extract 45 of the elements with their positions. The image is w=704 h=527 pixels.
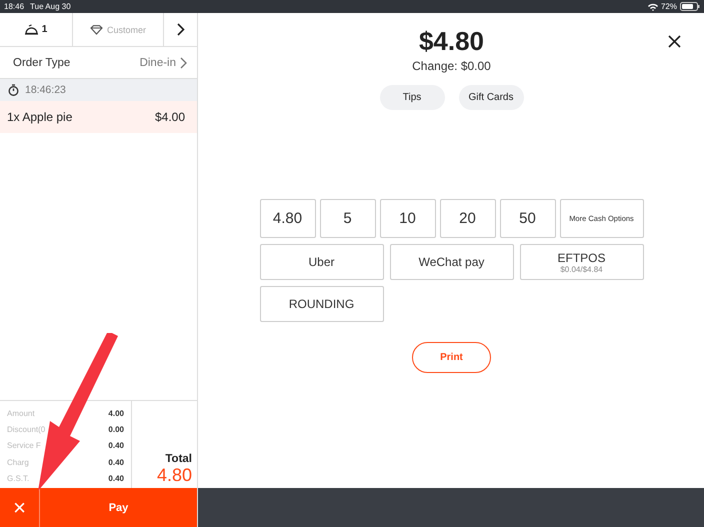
cash-button[interactable]: 4.80 [260, 199, 316, 238]
item-price: $4.00 [154, 110, 185, 124]
battery-percent: 72% [660, 2, 677, 11]
summary-value: 0.40 [108, 458, 124, 467]
cash-button[interactable]: 5 [320, 199, 376, 238]
order-type-value: Dine-in [140, 56, 176, 68]
summary-label: Charg [7, 458, 29, 467]
surcharge-text: $0.04/$4.84 [560, 264, 603, 274]
chevron-right-icon [180, 56, 187, 68]
wifi-icon [648, 2, 658, 10]
payment-method-button[interactable]: Uber [260, 244, 384, 280]
diamond-icon [90, 24, 103, 34]
total-label: Total [165, 453, 192, 465]
summary-label: Amount [7, 408, 35, 418]
summary-value: 0.40 [108, 441, 124, 450]
stopwatch-icon [8, 84, 19, 96]
cash-button[interactable]: 10 [380, 199, 436, 238]
cash-button[interactable]: 50 [500, 199, 556, 238]
payment-method-button[interactable]: WeChat pay [390, 244, 514, 280]
table-button[interactable]: 1 [0, 13, 73, 46]
cash-button[interactable]: 20 [440, 199, 496, 238]
timer-text: 18:46:23 [25, 84, 66, 96]
item-name: 1x Apple pie [7, 110, 72, 124]
status-time: 18:46 [4, 2, 24, 11]
summary-label: Discount(0 [7, 424, 46, 434]
summary-value: 0.40 [108, 474, 124, 483]
total-value: 4.80 [156, 465, 192, 486]
summary-value: 0.00 [108, 424, 124, 434]
bell-icon [24, 24, 38, 35]
change-text: Change: $0.00 [412, 59, 491, 73]
summary-label: G.S.T. [7, 474, 30, 483]
close-button[interactable] [668, 35, 681, 48]
close-icon [668, 35, 681, 48]
summary-value: 4.00 [108, 408, 124, 418]
extra-button[interactable]: Gift Cards [458, 85, 524, 110]
order-type-label: Order Type [13, 56, 70, 68]
chevron-right-icon [176, 23, 184, 36]
order-item[interactable]: 1x Apple pie $4.00 [0, 101, 197, 133]
status-date: Tue Aug 30 [30, 2, 71, 11]
amount-due: $4.80 [418, 26, 484, 57]
summary-label: Service F [7, 441, 41, 450]
payment-method-button[interactable]: ROUNDING [260, 286, 384, 322]
battery-icon [680, 2, 700, 11]
extra-button[interactable]: Tips [380, 85, 444, 110]
payment-method-button[interactable]: EFTPOS $0.04/$4.84 [520, 244, 644, 280]
